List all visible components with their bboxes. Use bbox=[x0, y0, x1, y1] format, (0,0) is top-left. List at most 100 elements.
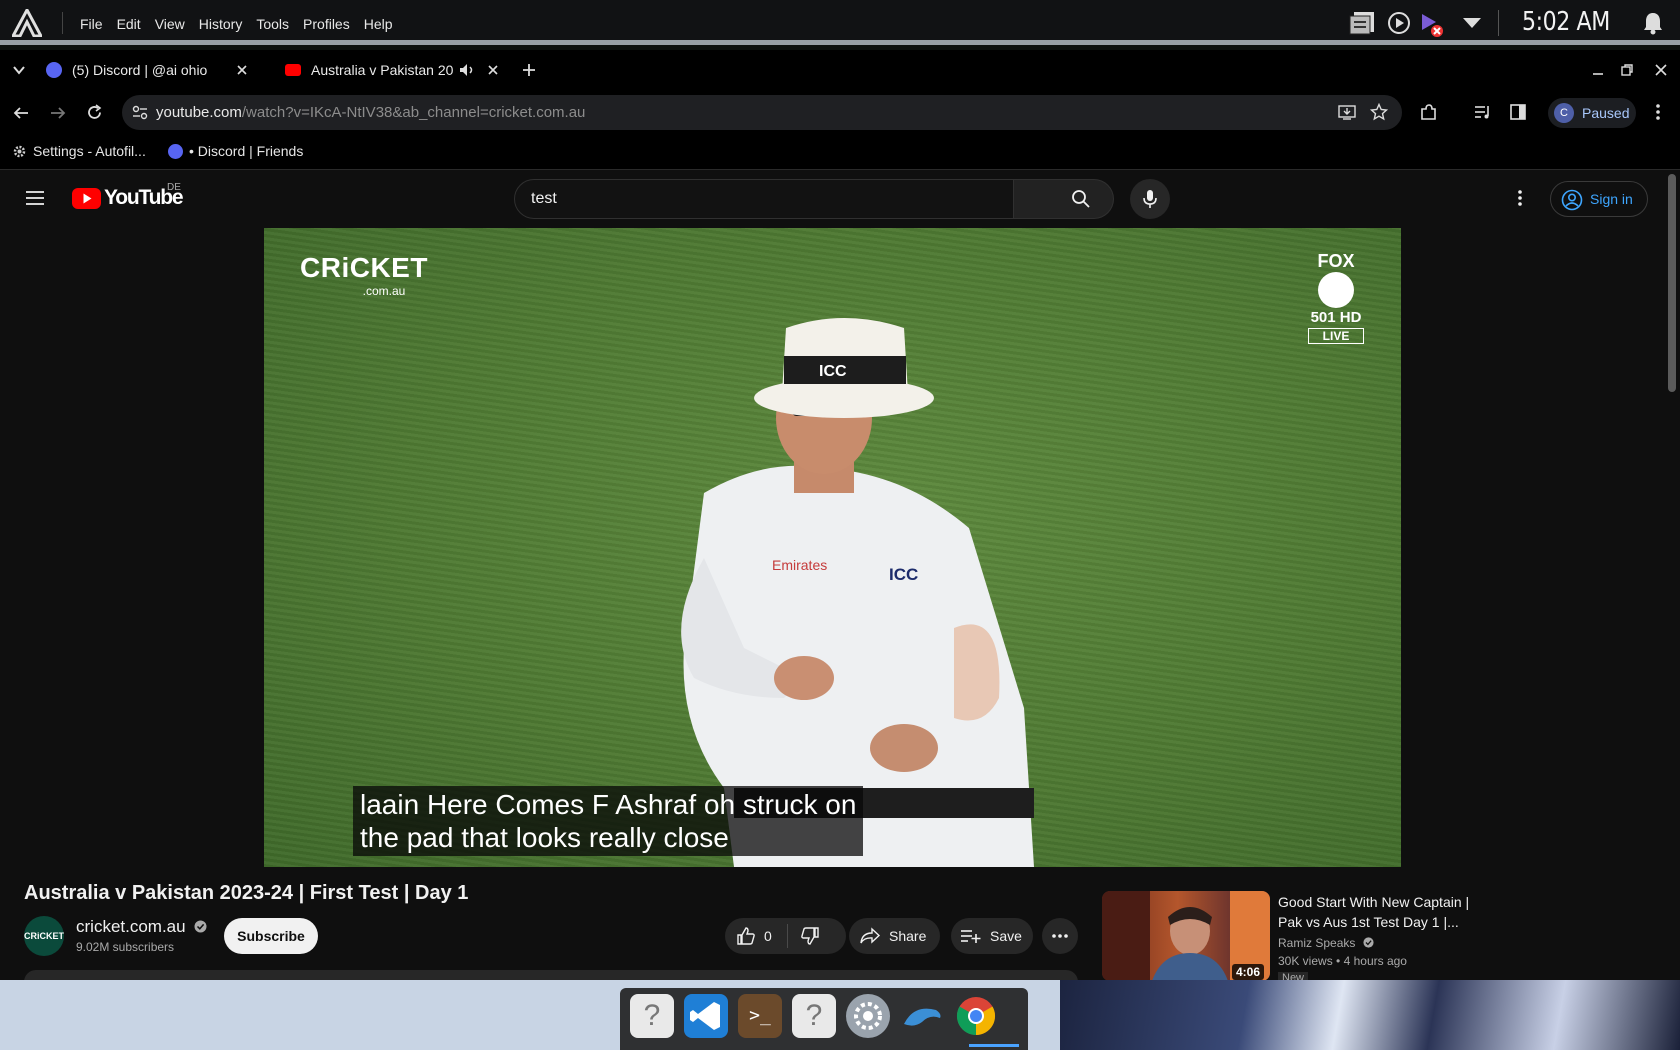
bookmark-label: Settings - Autofil... bbox=[33, 143, 146, 159]
youtube-icon bbox=[285, 64, 301, 76]
menu-history[interactable]: History bbox=[199, 16, 243, 32]
dolphin-file-manager-icon[interactable] bbox=[900, 994, 944, 1038]
recommended-channel-name: Ramiz Speaks bbox=[1278, 936, 1356, 950]
page-scrollbar[interactable] bbox=[1668, 174, 1676, 392]
microphone-icon bbox=[1143, 190, 1157, 208]
discord-icon bbox=[46, 62, 62, 78]
close-window-icon[interactable] bbox=[1654, 63, 1668, 77]
clipboard-icon[interactable] bbox=[1348, 10, 1376, 36]
channel-name[interactable]: cricket.com.au bbox=[76, 917, 207, 937]
voice-search-button[interactable] bbox=[1130, 179, 1170, 219]
watermark-text: CRiCKET bbox=[300, 252, 428, 283]
search-box[interactable]: test bbox=[514, 179, 1043, 219]
unknown-app-icon[interactable]: ? bbox=[792, 994, 836, 1038]
arch-logo-icon[interactable] bbox=[12, 9, 42, 37]
search-input[interactable]: test bbox=[531, 190, 557, 208]
media-play-icon[interactable] bbox=[1387, 11, 1411, 35]
avatar: C bbox=[1554, 103, 1574, 123]
thumbs-up-icon bbox=[737, 927, 755, 945]
vscode-icon[interactable] bbox=[684, 994, 728, 1038]
fox-text: FOX bbox=[1317, 251, 1355, 271]
video-player[interactable]: ICC Emirates ICC CRiCKET .com.au FOX 501… bbox=[264, 228, 1401, 867]
url-host: youtube.com bbox=[156, 104, 242, 121]
sign-in-button[interactable]: Sign in bbox=[1550, 181, 1648, 217]
back-arrow-icon[interactable] bbox=[13, 105, 29, 121]
more-horizontal-icon bbox=[1052, 934, 1068, 938]
bell-icon[interactable] bbox=[1642, 11, 1664, 35]
tab-label: (5) Discord | @ai ohio bbox=[72, 62, 208, 78]
close-tab-icon[interactable] bbox=[487, 64, 499, 76]
recommended-stats: 30K views • 4 hours ago bbox=[1278, 954, 1407, 968]
kebab-menu-icon[interactable] bbox=[1655, 103, 1661, 121]
hamburger-menu-icon[interactable] bbox=[25, 190, 45, 206]
gear-icon bbox=[13, 145, 26, 157]
dislike-button[interactable] bbox=[788, 926, 820, 946]
subscribe-button[interactable]: Subscribe bbox=[224, 918, 318, 954]
more-actions-button[interactable] bbox=[1042, 918, 1078, 954]
video-duration: 4:06 bbox=[1232, 964, 1265, 980]
app-menu: File Edit View History Tools Profiles He… bbox=[80, 16, 407, 32]
speaker-icon[interactable] bbox=[459, 63, 475, 77]
chevron-down-icon[interactable] bbox=[1462, 16, 1482, 30]
menu-help[interactable]: Help bbox=[364, 16, 393, 32]
url-text: youtube.com/watch?v=IKcA-NtIV38&ab_chann… bbox=[156, 104, 585, 121]
minimize-icon[interactable] bbox=[1591, 64, 1605, 78]
upload-age: 4 hours ago bbox=[1343, 954, 1407, 968]
like-dislike-group: 0 bbox=[725, 918, 846, 954]
close-tab-icon[interactable] bbox=[236, 64, 248, 76]
youtube-logo[interactable]: YouTube bbox=[72, 186, 184, 210]
site-settings-icon[interactable] bbox=[132, 105, 148, 120]
media-queue-icon[interactable] bbox=[1474, 105, 1492, 119]
settings-kebab-icon[interactable] bbox=[1517, 189, 1523, 207]
verified-check-icon bbox=[1363, 937, 1374, 948]
add-to-playlist-icon bbox=[961, 930, 981, 943]
reload-icon[interactable] bbox=[86, 104, 103, 121]
bookmark-discord-friends[interactable]: • Discord | Friends bbox=[168, 143, 303, 159]
account-circle-icon bbox=[1561, 189, 1583, 211]
youtube-play-icon bbox=[72, 187, 101, 209]
profile-button[interactable]: C Paused bbox=[1548, 98, 1636, 128]
cricket-com-au-watermark: CRiCKET .com.au bbox=[300, 252, 428, 298]
divider bbox=[62, 12, 63, 34]
tab-discord[interactable]: (5) Discord | @ai ohio bbox=[46, 50, 266, 90]
verified-check-icon bbox=[194, 920, 207, 933]
bookmark-star-icon[interactable] bbox=[1370, 103, 1388, 121]
clock[interactable]: 5:02 AM bbox=[1522, 7, 1610, 37]
tab-list-chevron-icon[interactable] bbox=[13, 65, 25, 75]
fox-501-live-bug: FOX 501 HD LIVE bbox=[1308, 252, 1364, 344]
unknown-app-icon[interactable]: ? bbox=[630, 994, 674, 1038]
sign-in-label: Sign in bbox=[1590, 191, 1633, 207]
menu-tools[interactable]: Tools bbox=[256, 16, 289, 32]
live-label: LIVE bbox=[1308, 328, 1364, 344]
menu-profiles[interactable]: Profiles bbox=[303, 16, 350, 32]
like-button[interactable]: 0 bbox=[725, 926, 787, 946]
save-button[interactable]: Save bbox=[951, 918, 1033, 954]
chrome-browser-icon[interactable] bbox=[954, 994, 998, 1038]
bookmarks-bar: Settings - Autofil... • Discord | Friend… bbox=[0, 135, 1680, 170]
bookmark-settings-autofill[interactable]: Settings - Autofil... bbox=[12, 143, 146, 159]
recommended-channel[interactable]: Ramiz Speaks bbox=[1278, 936, 1374, 950]
settings-app-icon[interactable] bbox=[846, 994, 890, 1038]
install-app-icon[interactable] bbox=[1338, 104, 1356, 121]
menu-edit[interactable]: Edit bbox=[117, 16, 141, 32]
address-bar[interactable]: youtube.com/watch?v=IKcA-NtIV38&ab_chann… bbox=[122, 95, 1402, 130]
terminal-icon[interactable]: >_ bbox=[738, 994, 782, 1038]
search-icon[interactable] bbox=[1071, 189, 1091, 209]
subscriber-count: 9.02M subscribers bbox=[76, 940, 175, 954]
tab-label: Australia v Pakistan 20 bbox=[311, 62, 454, 78]
new-tab-icon[interactable] bbox=[522, 63, 536, 77]
search-button[interactable] bbox=[1014, 179, 1114, 219]
share-button[interactable]: Share bbox=[849, 918, 940, 954]
menu-file[interactable]: File bbox=[80, 16, 103, 32]
channel-number: 501 HD bbox=[1310, 309, 1362, 326]
tab-youtube-active[interactable]: Australia v Pakistan 20 bbox=[285, 50, 503, 90]
muted-app-icon[interactable] bbox=[1418, 10, 1444, 38]
caption-line: the pad that looks really close bbox=[360, 822, 729, 853]
channel-avatar[interactable]: CRiCKET bbox=[24, 916, 64, 956]
extensions-puzzle-icon[interactable] bbox=[1419, 103, 1438, 122]
menu-view[interactable]: View bbox=[155, 16, 185, 32]
side-panel-icon[interactable] bbox=[1510, 104, 1526, 120]
restore-icon[interactable] bbox=[1620, 63, 1634, 77]
recommended-title[interactable]: Good Start With New Captain | Pak vs Aus… bbox=[1278, 892, 1488, 932]
forward-arrow-icon[interactable] bbox=[50, 105, 66, 121]
